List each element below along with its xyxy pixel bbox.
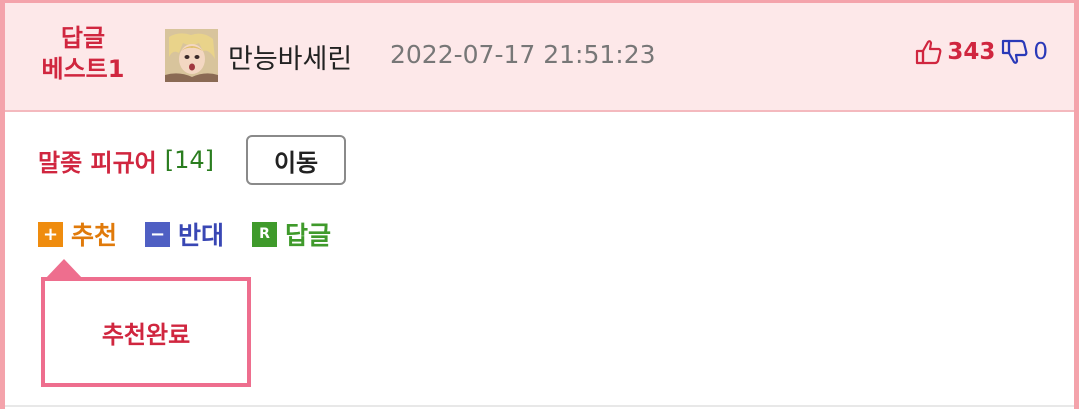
toast-pointer — [45, 259, 83, 279]
comment-count[interactable]: [14] — [165, 146, 214, 174]
post-timestamp: 2022-07-17 21:51:23 — [390, 40, 656, 69]
recommend-label: 추천 — [71, 221, 118, 250]
reply-icon: R — [252, 221, 278, 247]
move-button[interactable]: 이동 — [246, 135, 347, 185]
comment-actions: + 추천 − 반대 R 답글 — [38, 214, 359, 254]
comment-header: 답글 베스트1 만능바세린 2022-07-17 21:51:23 343 0 — [5, 3, 1074, 112]
thumbs-up-icon — [915, 38, 943, 66]
recommend-button[interactable]: + 추천 — [38, 216, 117, 252]
minus-icon: − — [145, 221, 171, 247]
downvote-count: 0 — [1033, 39, 1048, 65]
comment-card: 답글 베스트1 만능바세린 2022-07-17 21:51:23 343 0 … — [0, 0, 1079, 409]
oppose-label: 반대 — [178, 221, 225, 250]
best-badge-line1: 답글 — [60, 24, 106, 52]
oppose-button[interactable]: − 반대 — [145, 216, 224, 252]
upvote-count: 343 — [947, 39, 996, 65]
plus-icon: + — [38, 221, 63, 247]
bottom-divider — [5, 405, 1074, 407]
vote-summary: 343 0 — [915, 35, 1048, 69]
recommend-complete-popup: 추천완료 — [41, 277, 251, 387]
post-title-link[interactable]: 말좆 피규어 — [38, 143, 157, 178]
linked-post: 말좆 피규어 [14] 이동 — [38, 134, 347, 186]
username[interactable]: 만능바세린 — [228, 37, 352, 76]
reply-button[interactable]: R 답글 — [252, 216, 331, 252]
thumbs-down-icon — [1001, 38, 1029, 66]
user-avatar[interactable] — [165, 29, 218, 82]
reply-label: 답글 — [285, 221, 332, 250]
best-badge-line2: 베스트1 — [41, 55, 125, 83]
best-reply-badge: 답글 베스트1 — [33, 23, 133, 85]
toast-message: 추천완료 — [101, 320, 191, 349]
